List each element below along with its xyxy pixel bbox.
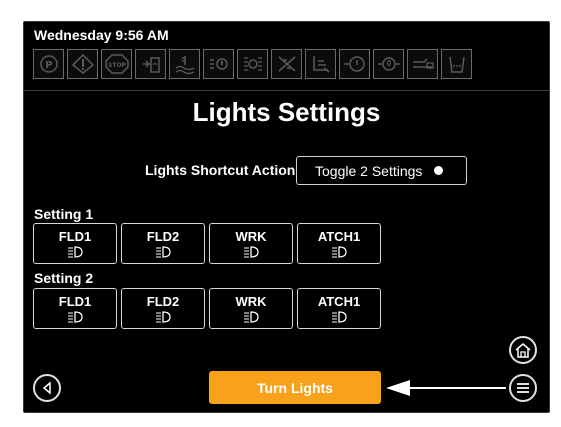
button-label: FLD2 <box>146 293 180 309</box>
setting-2-fld1-button[interactable]: FLD1 <box>33 288 117 329</box>
tank-icon <box>441 49 472 79</box>
back-arrow-icon <box>42 381 51 395</box>
button-label: ATCH1 <box>317 293 361 309</box>
cross-icon <box>271 49 302 79</box>
clock: Wednesday 9:56 AM <box>34 27 169 43</box>
setting-2-wrk-button[interactable]: WRK <box>209 288 293 329</box>
svg-text:P: P <box>45 60 52 71</box>
indicator-bar: P STOP <box>33 49 474 83</box>
shortcut-label: Lights Shortcut Action <box>145 162 296 178</box>
headlight-icon <box>156 245 171 258</box>
home-icon <box>515 343 531 358</box>
shortcut-value: Toggle 2 Settings <box>315 162 423 179</box>
setting-2-row: FLD1 FLD2 WRK ATCH1 <box>33 288 381 329</box>
menu-button[interactable] <box>509 374 537 402</box>
headlight-icon <box>68 310 83 323</box>
button-label: FLD1 <box>58 228 92 244</box>
setting-1-label: Setting 1 <box>34 206 94 222</box>
headlight-icon <box>332 245 347 258</box>
setting-2-label: Setting 2 <box>34 270 94 286</box>
coolant-icon <box>169 49 200 79</box>
setting-1-fld1-button[interactable]: FLD1 <box>33 223 117 264</box>
brake-icon <box>339 49 370 79</box>
page-title: Lights Settings <box>192 97 381 127</box>
stop-icon: STOP <box>101 49 132 79</box>
warning-icon <box>67 49 98 79</box>
setting-1-atch1-button[interactable]: ATCH1 <box>297 223 381 264</box>
setting-2-fld2-button[interactable]: FLD2 <box>121 288 205 329</box>
exhaust-icon <box>305 49 336 79</box>
fuel-icon <box>135 49 166 79</box>
oil-icon <box>373 49 404 79</box>
battery-icon <box>407 49 438 79</box>
shortcut-action-button[interactable]: Toggle 2 Settings <box>296 156 467 185</box>
setting-1-fld2-button[interactable]: FLD2 <box>121 223 205 264</box>
svg-text:STOP: STOP <box>108 62 127 69</box>
setting-2-atch1-button[interactable]: ATCH1 <box>297 288 381 329</box>
header-divider <box>24 90 549 91</box>
selected-dot-icon <box>434 166 444 175</box>
pointer-arrow-icon <box>386 380 506 396</box>
headlight-icon <box>244 245 259 258</box>
setting-1-row: FLD1 FLD2 WRK ATCH1 <box>33 223 381 264</box>
hazard-icon <box>237 49 268 79</box>
button-label: FLD1 <box>58 293 92 309</box>
button-label: WRK <box>235 228 267 244</box>
headlight-icon <box>332 310 347 323</box>
turn-lights-button[interactable]: Turn Lights <box>209 371 381 404</box>
headlight-icon <box>68 245 83 258</box>
headlight-icon <box>156 310 171 323</box>
back-button[interactable] <box>33 374 61 402</box>
setting-1-wrk-button[interactable]: WRK <box>209 223 293 264</box>
menu-icon <box>517 383 529 393</box>
button-label: FLD2 <box>146 228 180 244</box>
display-screen: Wednesday 9:56 AM P STOP Lights Settings… <box>23 21 550 413</box>
button-label: WRK <box>235 293 267 309</box>
home-button[interactable] <box>509 336 537 364</box>
left-turn-icon <box>203 49 234 79</box>
parking-brake-icon: P <box>33 49 64 79</box>
button-label: ATCH1 <box>317 228 361 244</box>
headlight-icon <box>244 310 259 323</box>
